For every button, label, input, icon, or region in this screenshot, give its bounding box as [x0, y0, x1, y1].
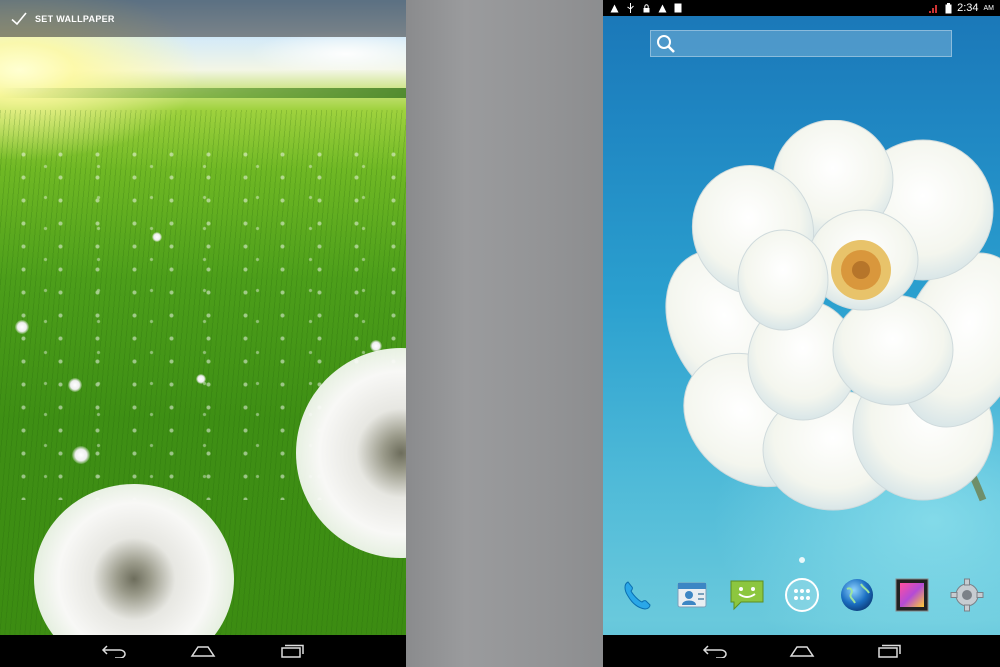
sd-card-icon [673, 3, 683, 13]
navigation-bar [603, 635, 1000, 667]
signal-icon [929, 3, 939, 13]
battery-icon [943, 2, 953, 13]
small-dandelion [68, 378, 82, 392]
back-icon[interactable] [99, 641, 129, 661]
usb-icon [625, 3, 635, 13]
set-wallpaper-button[interactable]: SET WALLPAPER [35, 14, 115, 24]
navigation-bar [0, 635, 406, 667]
home-screen: 2:34 AM [603, 0, 1000, 667]
recent-apps-icon[interactable] [277, 641, 307, 661]
small-dandelion [15, 320, 29, 334]
white-flower [665, 120, 1000, 511]
page-indicator [799, 557, 805, 563]
app-dock [603, 573, 1000, 617]
clock-ampm: AM [983, 4, 995, 12]
small-dandelion [196, 374, 206, 384]
search-icon[interactable] [655, 33, 677, 55]
browser-icon[interactable] [838, 576, 876, 614]
wallpaper-preview-screen: SET WALLPAPER [0, 0, 406, 667]
treeline [0, 88, 406, 98]
gallery-icon[interactable] [893, 576, 931, 614]
settings-icon[interactable] [948, 576, 986, 614]
warning-icon [657, 3, 667, 13]
recent-apps-icon[interactable] [874, 641, 904, 661]
warning-icon [609, 3, 619, 13]
app-drawer-icon[interactable] [783, 576, 821, 614]
home-icon[interactable] [787, 641, 817, 661]
back-icon[interactable] [700, 641, 730, 661]
action-bar: SET WALLPAPER [0, 0, 406, 37]
check-icon[interactable] [10, 10, 28, 28]
small-dandelion [152, 232, 162, 242]
divider-background [406, 0, 603, 667]
small-dandelion [72, 446, 90, 464]
status-bar: 2:34 AM [603, 0, 1000, 16]
lock-icon [641, 3, 651, 13]
phone-icon[interactable] [618, 576, 656, 614]
contacts-icon[interactable] [673, 576, 711, 614]
clock-time: 2:34 [957, 2, 979, 14]
messaging-icon[interactable] [728, 576, 766, 614]
home-icon[interactable] [188, 641, 218, 661]
search-bar[interactable] [650, 30, 952, 57]
